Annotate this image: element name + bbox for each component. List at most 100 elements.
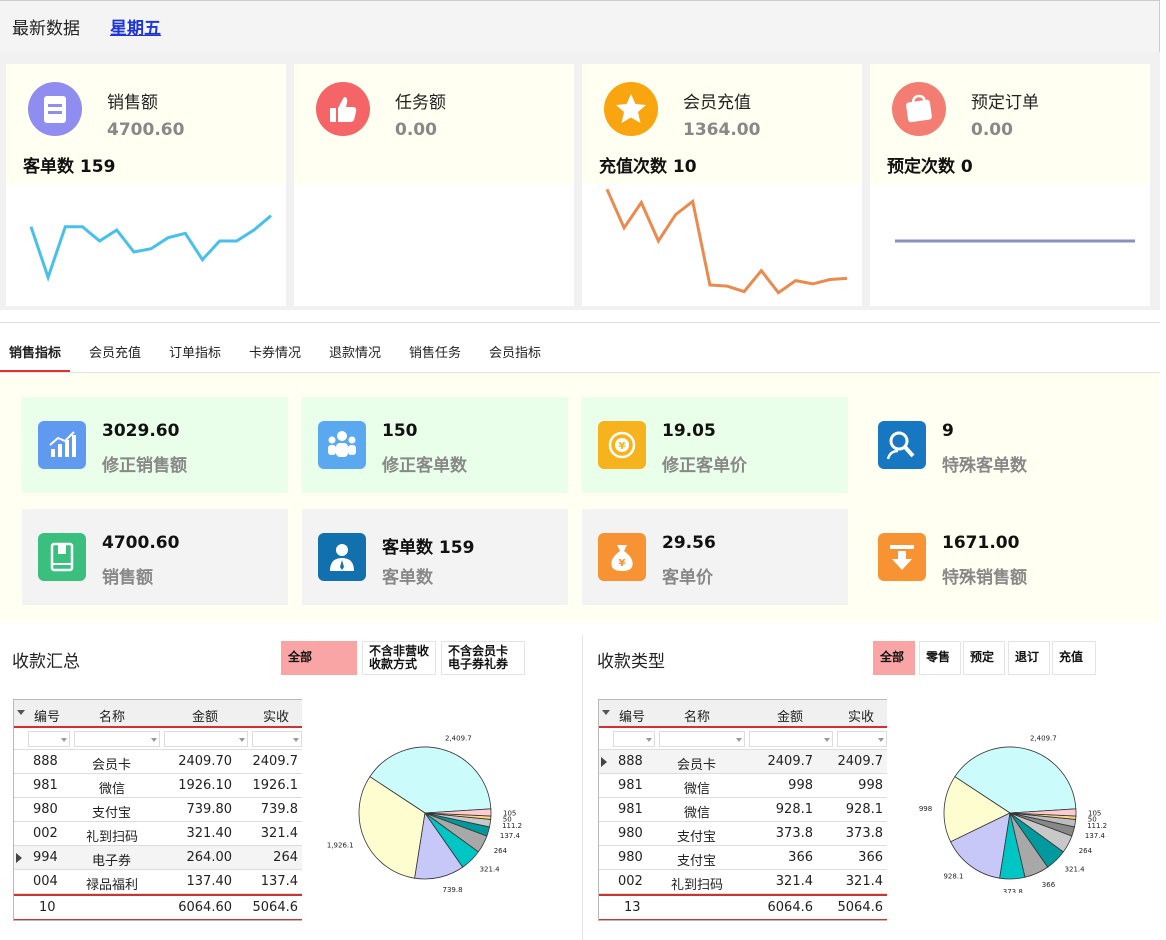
column-header[interactable]: 名称 — [684, 706, 710, 725]
cell: 980 — [618, 826, 643, 841]
filter-exclude-cards-button[interactable]: 不含会员卡 电子券礼券 — [441, 641, 525, 675]
tab-member-recharge[interactable]: 会员充值 — [89, 342, 141, 361]
column-header[interactable]: 实收 — [848, 706, 874, 725]
tab-coupons[interactable]: 卡券情况 — [249, 342, 301, 361]
tab-member-metrics[interactable]: 会员指标 — [489, 342, 541, 361]
tab-sales-tasks[interactable]: 销售任务 — [409, 342, 461, 361]
tab-order-metrics[interactable]: 订单指标 — [169, 342, 221, 361]
sparkline-series — [605, 188, 848, 295]
cell: 微信 — [99, 782, 126, 797]
cell: 888 — [33, 754, 58, 769]
cell: 366 — [788, 850, 813, 865]
shopping-bag-icon — [892, 82, 946, 136]
types-table: 编号 名称 金额 实收 888 会员卡 2409.7 2409.7 981 微信… — [598, 699, 887, 921]
filter-cancel-button[interactable]: 退订 — [1008, 641, 1050, 675]
row-indicator-icon — [601, 757, 607, 767]
table-row[interactable]: 888 会员卡 2409.70 2409.7 — [14, 750, 302, 774]
metric-value: 4700.60 — [102, 533, 180, 553]
column-filter[interactable] — [28, 731, 70, 747]
active-tab-indicator — [0, 370, 70, 372]
tab-refunds[interactable]: 退款情况 — [329, 342, 381, 361]
cell: 1926.1 — [252, 778, 299, 793]
cell: 004 — [33, 874, 58, 889]
column-filter[interactable] — [164, 731, 248, 747]
card-sub: 充值次数 10 — [599, 157, 697, 177]
recharge-card[interactable]: 会员充值 1364.00 充值次数 10 — [582, 64, 862, 306]
total-received: 5064.6 — [252, 900, 299, 915]
pie-label: 321.4 — [480, 866, 501, 874]
panel-title: 收款汇总 — [12, 652, 80, 672]
column-header[interactable]: 金额 — [777, 706, 803, 725]
weekday-link[interactable]: 星期五 — [110, 14, 161, 39]
total-count: 13 — [624, 900, 641, 915]
column-filter[interactable] — [74, 731, 160, 747]
cell: 366 — [858, 850, 883, 865]
chevron-down-icon[interactable] — [602, 710, 610, 715]
column-header[interactable]: 实收 — [263, 706, 289, 725]
column-filter[interactable] — [749, 731, 833, 747]
filter-exclude-nonrevenue-button[interactable]: 不含非营收 收款方式 — [362, 641, 436, 675]
total-amount: 6064.60 — [178, 900, 232, 915]
column-filter[interactable] — [613, 731, 655, 747]
sparkline-series — [29, 214, 272, 282]
table-row[interactable]: 980 支付宝 366 366 — [599, 846, 887, 870]
table-row[interactable]: 004 禄品福利 137.40 137.4 — [14, 870, 302, 894]
column-filter[interactable] — [837, 731, 887, 747]
card-label: 会员充值 — [683, 93, 751, 113]
column-filter[interactable] — [252, 731, 302, 747]
payment-type-panel: 收款类型 全部 零售 预定 退订 充值 编号 名称 金额 实收 888 会员卡 … — [582, 635, 1160, 940]
pie-label: 928.1 — [943, 873, 963, 881]
column-header[interactable]: 金额 — [192, 706, 218, 725]
table-row[interactable]: 981 微信 998 998 — [599, 774, 887, 798]
svg-text:¥: ¥ — [619, 558, 626, 569]
yen-refresh-icon: ¥ — [598, 421, 646, 469]
sales-sparkline — [29, 214, 272, 282]
panel-title: 收款类型 — [597, 652, 665, 672]
filter-all-button[interactable]: 全部 — [281, 641, 357, 675]
pie-label: 105 — [503, 809, 516, 817]
cell: 264.00 — [186, 850, 233, 865]
table-row[interactable]: 981 微信 928.1 928.1 — [599, 798, 887, 822]
booking-card[interactable]: 预定订单 0.00 预定次数 0 — [870, 64, 1150, 306]
metric-tile: 150 修正客单数 — [302, 397, 568, 493]
table-row[interactable]: 980 支付宝 373.8 373.8 — [599, 822, 887, 846]
payment-summary-panel: 收款汇总 全部 不含非营收 收款方式 不含会员卡 电子券礼券 编号 名称 金额 … — [0, 635, 568, 940]
column-header[interactable]: 编号 — [619, 706, 645, 725]
table-row[interactable]: 002 礼到扫码 321.4 321.4 — [599, 870, 887, 894]
chevron-down-icon[interactable] — [17, 710, 25, 715]
cell: 373.8 — [845, 826, 883, 841]
cell: 980 — [618, 850, 643, 865]
metric-value: 19.05 — [662, 421, 716, 441]
table-row[interactable]: 002 礼到扫码 321.40 321.4 — [14, 822, 302, 846]
metric-tile: 1671.00 特殊销售额 — [862, 509, 1128, 605]
filter-retail-button[interactable]: 零售 — [919, 641, 961, 675]
column-filter[interactable] — [659, 731, 745, 747]
user-search-icon — [878, 421, 926, 469]
card-value: 4700.60 — [107, 120, 185, 140]
filter-recharge-button[interactable]: 充值 — [1052, 641, 1096, 675]
user-icon — [318, 533, 366, 581]
book-icon — [38, 533, 86, 581]
table-row-selected[interactable]: 994 电子券 264.00 264 — [14, 846, 302, 870]
table-header: 编号 名称 金额 实收 — [599, 700, 887, 728]
table-row[interactable]: 980 支付宝 739.80 739.8 — [14, 798, 302, 822]
card-sub: 预定次数 0 — [887, 157, 973, 177]
cell: 739.8 — [260, 802, 298, 817]
metric-tile: 9 特殊客单数 — [862, 397, 1128, 493]
column-header[interactable]: 名称 — [99, 706, 125, 725]
metric-label: 客单价 — [662, 568, 713, 588]
cell: 2409.70 — [178, 754, 232, 769]
tab-sales-metrics[interactable]: 销售指标 — [9, 342, 61, 361]
types-pie-chart: 2,409.7998928.1373.8366321.4264137.4111.… — [919, 735, 1107, 893]
pie-label: 373.8 — [1003, 888, 1023, 893]
pie-label: 2,409.7 — [1030, 735, 1057, 743]
cell: 928.1 — [775, 802, 813, 817]
task-card[interactable]: 任务额 0.00 — [294, 64, 574, 306]
sales-card[interactable]: 销售额 4700.60 客单数 159 — [6, 64, 286, 306]
filter-preorder-button[interactable]: 预定 — [963, 641, 1005, 675]
pie-label: 1,926.1 — [327, 842, 354, 850]
table-row-selected[interactable]: 888 会员卡 2409.7 2409.7 — [599, 750, 887, 774]
table-row[interactable]: 981 微信 1926.10 1926.1 — [14, 774, 302, 798]
column-header[interactable]: 编号 — [34, 706, 60, 725]
filter-all-button[interactable]: 全部 — [873, 641, 915, 675]
